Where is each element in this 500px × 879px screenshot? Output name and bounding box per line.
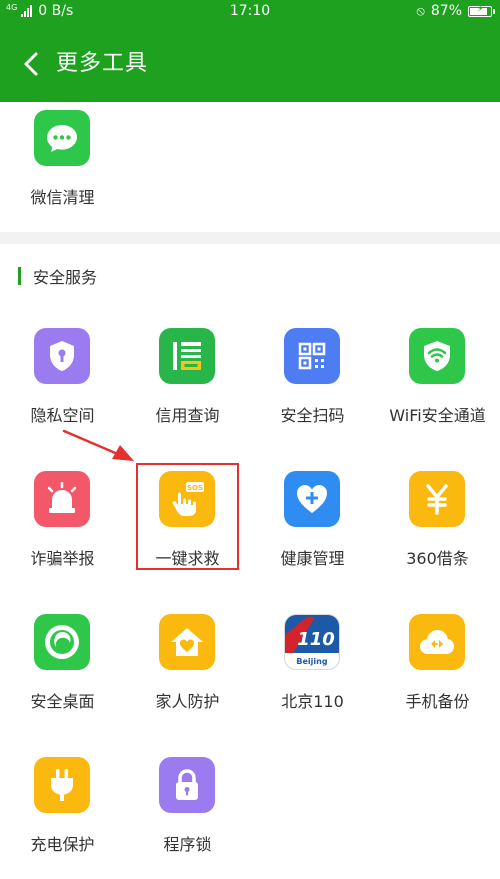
tool-family-protect[interactable]: 家人防护 xyxy=(125,614,250,734)
tool-safe-desktop[interactable]: 安全桌面 xyxy=(0,614,125,734)
tool-label: 充电保护 xyxy=(30,835,95,854)
credit-xin-icon xyxy=(159,328,215,384)
yuan-icon xyxy=(409,471,465,527)
section-divider xyxy=(0,232,500,244)
plug-icon xyxy=(34,757,90,813)
section-header: 安全服务 xyxy=(18,264,97,288)
tool-beijing-110[interactable]: 110 Beijing 北京110 xyxy=(250,614,375,734)
section-title: 安全服务 xyxy=(33,268,98,287)
tool-credit-check[interactable]: 信用查询 xyxy=(125,328,250,448)
tool-label: 北京110 xyxy=(281,692,344,711)
cloud-sync-icon xyxy=(409,614,465,670)
padlock-icon xyxy=(159,757,215,813)
battery-percent: 87% xyxy=(430,3,462,19)
tool-label: 隐私空间 xyxy=(30,406,95,425)
tool-label: 安全扫码 xyxy=(280,406,345,425)
tool-label: 诈骗举报 xyxy=(30,549,95,568)
tool-label: 健康管理 xyxy=(280,549,345,568)
shield-lock-icon xyxy=(34,328,90,384)
app-bar: 更多工具 xyxy=(0,24,500,102)
tool-wechat-clean[interactable]: 微信清理 xyxy=(0,110,125,230)
chevron-left-icon xyxy=(24,52,38,76)
tool-label: 信用查询 xyxy=(155,406,220,425)
battery-icon: ⚡ xyxy=(468,4,495,17)
heart-plus-icon xyxy=(284,471,340,527)
tool-label: WiFi安全通道 xyxy=(389,406,486,425)
tool-label: 微信清理 xyxy=(30,188,95,207)
vibrate-icon: ⦸ xyxy=(416,3,425,19)
tool-safe-scan[interactable]: 安全扫码 xyxy=(250,328,375,448)
svg-text:110: 110 xyxy=(297,629,335,650)
wifi-shield-icon xyxy=(409,328,465,384)
beijing-110-icon: 110 Beijing xyxy=(284,614,340,670)
desktop-swirl-icon xyxy=(34,614,90,670)
alarm-siren-icon xyxy=(34,471,90,527)
pointer-arrow-icon xyxy=(62,429,134,461)
tool-health[interactable]: 健康管理 xyxy=(250,471,375,591)
tool-charge-protect[interactable]: 充电保护 xyxy=(0,757,125,877)
home-heart-icon xyxy=(159,614,215,670)
tool-wifi-secure[interactable]: WiFi安全通道 xyxy=(375,328,500,448)
tool-label: 家人防护 xyxy=(155,692,220,711)
tool-label: 安全桌面 xyxy=(30,692,95,711)
status-bar: 4G 0 B/s 17:10 ⦸ 87% ⚡ xyxy=(0,0,500,24)
tool-app-lock[interactable]: 程序锁 xyxy=(125,757,250,877)
section-accent-bar xyxy=(18,267,21,285)
tool-fraud-report[interactable]: 诈骗举报 xyxy=(0,471,125,591)
back-button[interactable] xyxy=(18,46,48,82)
beijing-badge-text: Beijing xyxy=(296,657,327,666)
page-title: 更多工具 xyxy=(56,51,149,76)
highlight-box xyxy=(136,463,239,570)
tool-label: 360借条 xyxy=(406,549,469,568)
tool-phone-backup[interactable]: 手机备份 xyxy=(375,614,500,734)
tool-label: 手机备份 xyxy=(405,692,470,711)
tool-label: 程序锁 xyxy=(163,835,212,854)
tool-360-loan[interactable]: 360借条 xyxy=(375,471,500,591)
qr-scan-icon xyxy=(284,328,340,384)
wechat-chat-icon xyxy=(34,110,90,166)
